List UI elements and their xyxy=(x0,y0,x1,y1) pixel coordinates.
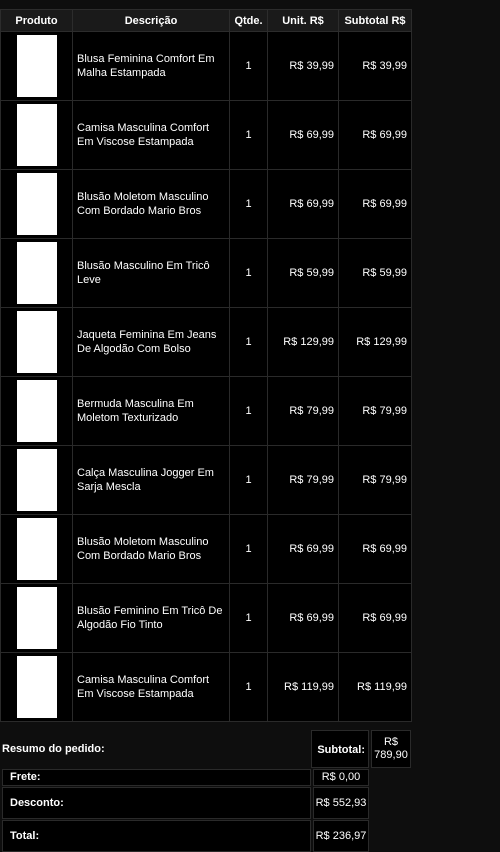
product-unit-price: R$ 69,99 xyxy=(267,169,339,239)
product-subtotal: R$ 79,99 xyxy=(338,376,412,446)
table-row: Jaqueta Feminina Em Jeans De Algodão Com… xyxy=(0,307,412,377)
total-value: R$ 236,97 xyxy=(313,820,369,852)
table-row: Blusão Masculino Em Tricô Leve 1 R$ 59,99 R… xyxy=(0,238,412,308)
product-image[interactable] xyxy=(16,449,57,511)
product-description: Calça Masculina Jogger Em Sarja Mescla xyxy=(72,445,230,515)
product-qty: 1 xyxy=(229,652,268,722)
product-image[interactable] xyxy=(16,380,57,442)
table-row: Camisa Masculina Comfort Em Viscose Esta… xyxy=(0,100,412,170)
header-description: Descrição xyxy=(72,9,230,32)
product-image[interactable] xyxy=(16,173,57,235)
header-unit-price: Unit. R$ xyxy=(267,9,339,32)
product-image-cell xyxy=(0,514,73,584)
table-row: Bermuda Masculina Em Moletom Texturizado… xyxy=(0,376,412,446)
product-subtotal: R$ 69,99 xyxy=(338,100,412,170)
product-description: Bermuda Masculina Em Moletom Texturizado xyxy=(72,376,230,446)
product-image-cell xyxy=(0,652,73,722)
product-image[interactable] xyxy=(16,242,57,304)
product-unit-price: R$ 129,99 xyxy=(267,307,339,377)
order-items-table: Produto Descrição Qtde. Unit. R$ Subtota… xyxy=(0,9,412,722)
product-unit-price: R$ 79,99 xyxy=(267,376,339,446)
product-subtotal: R$ 79,99 xyxy=(338,445,412,515)
product-subtotal: R$ 39,99 xyxy=(338,31,412,101)
table-row: Blusão Moletom Masculino Com Bordado Mar… xyxy=(0,514,412,584)
product-image-cell xyxy=(0,31,73,101)
product-unit-price: R$ 79,99 xyxy=(267,445,339,515)
product-qty: 1 xyxy=(229,238,268,308)
product-description: Camisa Masculina Comfort Em Viscose Esta… xyxy=(72,100,230,170)
table-row: Calça Masculina Jogger Em Sarja Mescla 1 R… xyxy=(0,445,412,515)
product-image-cell xyxy=(0,100,73,170)
product-image[interactable] xyxy=(16,518,57,580)
product-description: Blusão Feminino Em Tricô De Algodão Fio … xyxy=(72,583,230,653)
product-subtotal: R$ 59,99 xyxy=(338,238,412,308)
product-description: Blusão Moletom Masculino Com Bordado Mar… xyxy=(72,514,230,584)
shipping-label: Frete: xyxy=(2,769,311,786)
header-product: Produto xyxy=(0,9,73,32)
total-label: Total: xyxy=(2,820,311,852)
product-subtotal: R$ 119,99 xyxy=(338,652,412,722)
product-qty: 1 xyxy=(229,445,268,515)
discount-label: Desconto: xyxy=(2,787,311,819)
product-image[interactable] xyxy=(16,311,57,373)
product-subtotal: R$ 69,99 xyxy=(338,169,412,239)
product-description: Jaqueta Feminina Em Jeans De Algodão Com… xyxy=(72,307,230,377)
product-subtotal: R$ 129,99 xyxy=(338,307,412,377)
table-row: Camisa Masculina Comfort Em Viscose Esta… xyxy=(0,652,412,722)
product-qty: 1 xyxy=(229,583,268,653)
product-unit-price: R$ 69,99 xyxy=(267,514,339,584)
product-qty: 1 xyxy=(229,31,268,101)
product-unit-price: R$ 119,99 xyxy=(267,652,339,722)
product-subtotal: R$ 69,99 xyxy=(338,583,412,653)
table-row: Blusão Moletom Masculino Com Bordado Mar… xyxy=(0,169,412,239)
product-image-cell xyxy=(0,169,73,239)
shipping-value: R$ 0,00 xyxy=(313,769,369,786)
summary-title: Resumo do pedido: xyxy=(2,743,105,755)
product-image-cell xyxy=(0,376,73,446)
product-unit-price: R$ 69,99 xyxy=(267,583,339,653)
product-qty: 1 xyxy=(229,169,268,239)
product-image[interactable] xyxy=(16,656,57,718)
product-image[interactable] xyxy=(16,104,57,166)
table-row: Blusão Feminino Em Tricô De Algodão Fio … xyxy=(0,583,412,653)
product-image-cell xyxy=(0,583,73,653)
subtotal-label: Subtotal: xyxy=(311,730,369,768)
table-header-row: Produto Descrição Qtde. Unit. R$ Subtota… xyxy=(0,9,412,32)
table-row: Blusa Feminina Comfort Em Malha Estampad… xyxy=(0,31,412,101)
subtotal-value: R$ 789,90 xyxy=(371,730,411,768)
discount-value: R$ 552,93 xyxy=(313,787,369,819)
product-image-cell xyxy=(0,445,73,515)
product-unit-price: R$ 39,99 xyxy=(267,31,339,101)
product-qty: 1 xyxy=(229,307,268,377)
product-unit-price: R$ 69,99 xyxy=(267,100,339,170)
product-qty: 1 xyxy=(229,100,268,170)
product-description: Blusão Masculino Em Tricô Leve xyxy=(72,238,230,308)
product-image-cell xyxy=(0,307,73,377)
product-image[interactable] xyxy=(16,587,57,649)
header-subtotal: Subtotal R$ xyxy=(338,9,412,32)
product-subtotal: R$ 69,99 xyxy=(338,514,412,584)
header-qty: Qtde. xyxy=(229,9,268,32)
product-description: Blusão Moletom Masculino Com Bordado Mar… xyxy=(72,169,230,239)
product-qty: 1 xyxy=(229,514,268,584)
product-description: Camisa Masculina Comfort Em Viscose Esta… xyxy=(72,652,230,722)
product-qty: 1 xyxy=(229,376,268,446)
product-description: Blusa Feminina Comfort Em Malha Estampad… xyxy=(72,31,230,101)
product-image[interactable] xyxy=(16,35,57,97)
product-image-cell xyxy=(0,238,73,308)
product-unit-price: R$ 59,99 xyxy=(267,238,339,308)
